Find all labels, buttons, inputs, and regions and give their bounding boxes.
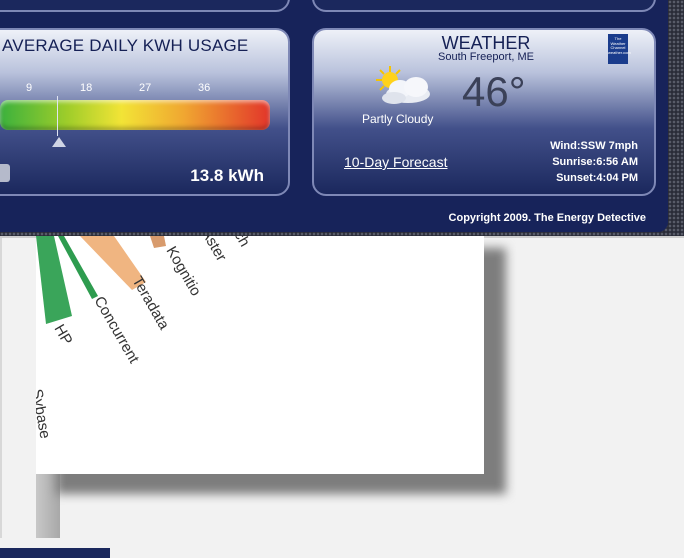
usage-value: 13.8 kWh [190, 166, 264, 185]
sunset-value: 4:04 PM [596, 172, 638, 184]
weather-location: South Freeport, ME [438, 51, 534, 63]
label-hp: HP [51, 322, 76, 349]
weather-condition: Partly Cloudy [362, 112, 434, 126]
label-concurrent: Concurrent [91, 294, 143, 367]
label-sybase: Sybase [36, 388, 53, 440]
scale-tick: 18 [80, 82, 93, 94]
wind-label: Wind: [550, 140, 581, 152]
sunrise-label: Sunrise: [552, 156, 597, 168]
rotated-chart-fragment: HP Concurrent Teradata Kognitio Aster ch… [36, 236, 254, 440]
usage-minus-button[interactable] [0, 164, 10, 182]
scale-tick: 36 [198, 82, 211, 94]
weather-panel: WEATHER South Freeport, ME The Weather C… [312, 28, 656, 196]
gauge-marker-line [57, 96, 58, 136]
sunrise-value: 6:56 AM [596, 156, 638, 168]
rotated-chart-card: HP Concurrent Teradata Kognitio Aster ch… [36, 236, 484, 474]
weather-details: Wind:SSW 7mph Sunrise:6:56 AM Sunset:4:0… [550, 138, 638, 186]
sunset-label: Sunset: [556, 172, 597, 184]
gauge-pointer-icon [52, 137, 66, 147]
partly-cloudy-icon [376, 66, 430, 104]
top-left-panel [0, 0, 290, 12]
label-teradata: Teradata [129, 274, 173, 334]
energy-dashboard: AVERAGE DAILY KWH USAGE 9 18 27 36 13.8 … [0, 0, 684, 236]
wind-value: SSW 7mph [580, 140, 638, 152]
kognitio-strip [150, 236, 166, 248]
label-ch: ch [231, 236, 254, 250]
ten-day-forecast-link[interactable]: 10-Day Forecast [344, 154, 447, 170]
scale-tick: 9 [26, 82, 33, 94]
label-kognitio: Kognitio [163, 244, 205, 299]
divider [0, 238, 2, 538]
weather-channel-logo[interactable]: The Weather Channel weather.com [608, 34, 631, 64]
temperature: 46° [462, 68, 526, 115]
copyright-text: Copyright 2009. The Energy Detective [448, 212, 646, 224]
top-right-panel [312, 0, 656, 12]
bottom-bar [0, 548, 110, 558]
usage-gauge-bar [0, 100, 270, 130]
label-aster: Aster [198, 236, 230, 264]
usage-title: AVERAGE DAILY KWH USAGE [2, 36, 249, 55]
scale-tick: 27 [139, 82, 152, 94]
usage-panel: AVERAGE DAILY KWH USAGE 9 18 27 36 13.8 … [0, 28, 290, 196]
